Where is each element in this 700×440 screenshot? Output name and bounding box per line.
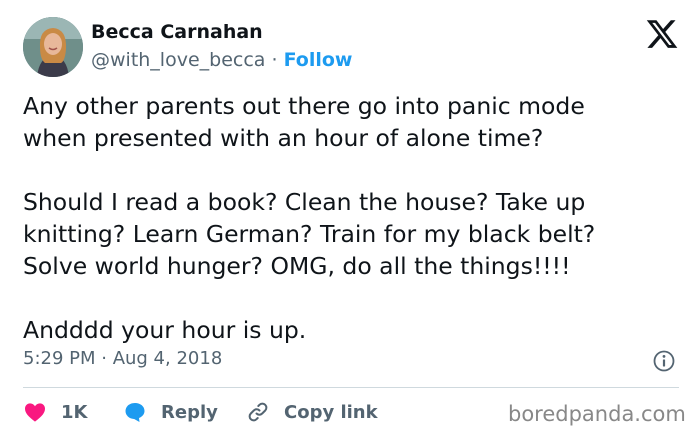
info-icon[interactable] [652,349,676,373]
author-avatar[interactable] [23,17,83,77]
tweet-line-blank [23,282,683,314]
tweet-line-blank [23,154,683,186]
separator-dot: · [271,49,278,71]
reply-label: Reply [161,401,218,423]
follow-button[interactable]: Follow [284,49,353,71]
tweet-text: Any other parents out there go into pani… [23,90,683,346]
heart-icon [25,403,45,422]
copy-link-button[interactable]: Copy link [246,400,378,424]
author-name[interactable]: Becca Carnahan [91,21,263,43]
copy-link-label: Copy link [284,401,378,423]
watermark: boredpanda.com [508,402,686,426]
like-button[interactable]: 1K [23,400,87,424]
tweet-line: Any other parents out there go into pani… [23,92,585,120]
tweet-timestamp[interactable]: 5:29 PM · Aug 4, 2018 [23,348,222,369]
tweet-line: Should I read a book? Clean the house? T… [23,188,586,216]
tweet-line: knitting? Learn German? Train for my bla… [23,220,596,248]
author-handle[interactable]: @with_love_becca [91,49,265,71]
link-icon [248,402,268,422]
tweet-line: Solve world hunger? OMG, do all the thin… [23,252,571,280]
x-logo-icon[interactable] [645,17,679,51]
tweet-line: Andddd your hour is up. [23,316,307,344]
speech-bubble-icon [125,403,145,422]
reply-button[interactable]: Reply [123,400,218,424]
divider [23,387,679,388]
tweet-line: when presented with an hour of alone tim… [23,124,544,152]
likes-count: 1K [61,401,88,423]
author-meta: @with_love_becca · Follow [91,49,352,71]
